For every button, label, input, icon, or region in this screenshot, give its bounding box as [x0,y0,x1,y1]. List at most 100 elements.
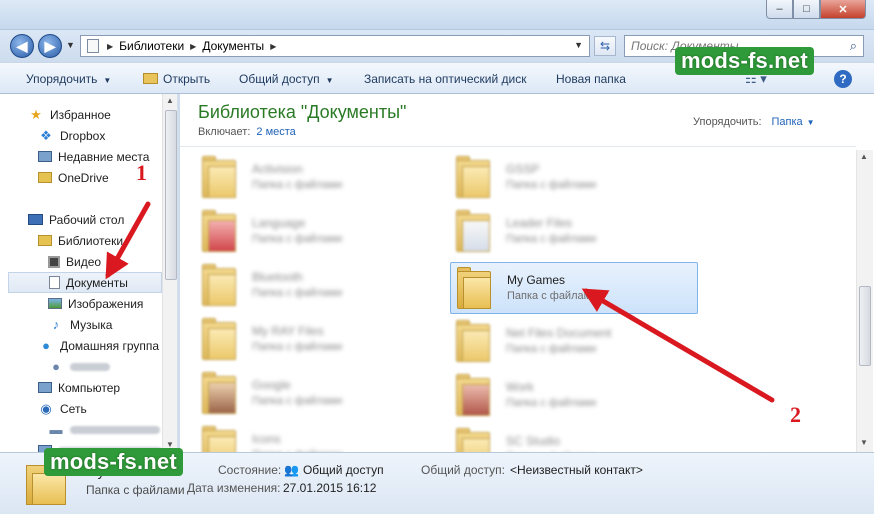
forward-button[interactable]: ▶ [38,34,62,58]
breadcrumb-separator-icon[interactable]: ▶ [107,42,113,51]
recent-places-icon [38,151,52,162]
folder-item[interactable]: Language Папка с файлами [196,206,444,258]
open-button[interactable]: Открыть [143,72,210,86]
breadcrumb-separator-icon[interactable]: ▶ [190,42,196,51]
chevron-down-icon: ▼ [325,76,334,85]
folder-icon [456,210,490,252]
sidebar-item-label: Библиотеки [58,233,124,248]
folder-icon [202,318,236,360]
modified-value: 27.01.2015 16:12 [283,481,377,495]
breadcrumb-separator-icon[interactable]: ▶ [270,42,276,51]
organize-button[interactable]: Упорядочить ▼ [26,72,111,86]
maximize-button[interactable]: □ [793,0,820,19]
close-button[interactable]: ✕ [820,0,866,19]
blurred-label [70,425,160,434]
open-folder-icon [143,73,158,84]
sidebar-scroll-thumb[interactable] [165,110,177,280]
recent-pages-dropdown[interactable]: ▼ [66,40,75,50]
share-button[interactable]: Общий доступ ▼ [239,72,334,86]
folder-name: Activision [252,162,303,176]
address-history-dropdown[interactable]: ▼ [574,40,583,50]
folder-type: Папка с файлами [252,179,343,191]
watermark-logo: mods-fs.net [44,448,183,476]
desktop-icon [28,214,43,225]
minimize-button[interactable]: ‒ [766,0,793,19]
folder-type: Папка с файлами [252,233,343,245]
sidebar-item-label: OneDrive [58,170,109,185]
folder-item[interactable]: Work Папка с файлами [450,370,698,422]
folder-icon [38,172,52,183]
folder-item[interactable]: SC StudioПапка с файлами [450,424,698,452]
state-label: Состояние: [218,463,282,477]
sidebar-item-blurred[interactable]: ● [0,356,162,377]
folder-name: GSSP [506,162,540,176]
scroll-up-icon[interactable]: ▲ [166,96,174,105]
back-button[interactable]: ◀ [10,34,34,58]
folder-item[interactable]: Google Папка с файлами [196,368,444,420]
folder-name: Google [252,378,291,392]
divider [180,146,856,147]
new-folder-button[interactable]: Новая папка [556,72,626,86]
search-icon[interactable]: ⌕ [850,38,857,54]
address-bar[interactable]: ▶ Библиотеки ▶ Документы ▶ ▼ [80,35,590,57]
shared-with-value: <Неизвестный контакт> [510,463,643,477]
sidebar-item-blurred[interactable]: ▬ [0,419,162,440]
folder-name: My RAY Files [252,324,324,338]
breadcrumb-documents[interactable]: Документы [202,39,264,53]
breadcrumb-libraries[interactable]: Библиотеки [119,39,184,53]
folder-type: Папка с файлами [506,397,597,409]
content-scrollbar[interactable]: ▲ ▼ [856,150,873,452]
help-icon[interactable]: ? [834,70,852,88]
sidebar-item-desktop[interactable]: Рабочий стол [0,209,162,230]
sidebar-item-favorites[interactable]: ★ Избранное [0,104,162,125]
details-type: Папка с файлами [86,483,185,497]
arrange-by-dropdown[interactable]: Папка [772,116,803,128]
folder-icon [456,320,490,362]
sidebar-item-libraries[interactable]: Библиотеки [0,230,162,251]
chevron-down-icon[interactable]: ▼ [807,118,815,127]
sidebar-item-computer[interactable]: Компьютер [0,377,162,398]
folder-icon [456,428,490,452]
sidebar-item-documents[interactable]: Документы [8,272,162,293]
folder-item[interactable]: IconsПапка с файлами [196,422,444,452]
refresh-button[interactable]: ⇆ [594,36,616,56]
video-icon [48,255,60,268]
sidebar-item-label: Рабочий стол [49,212,125,227]
folder-item[interactable]: Activision Папка с файлами [196,152,444,204]
folder-item[interactable]: GSSP Папка с файлами [450,152,698,204]
scroll-up-icon[interactable]: ▲ [860,152,868,161]
sidebar-item-music[interactable]: ♪ Музыка [0,314,162,335]
arrange-label: Упорядочить: [693,116,762,128]
folder-type: Папка с файлами [507,290,598,302]
sidebar-item-label: Изображения [68,296,144,311]
homegroup-icon: ● [42,338,50,353]
folder-name: Work [506,380,534,394]
sidebar-item-video[interactable]: Видео [0,251,162,272]
sidebar-item-label: Сеть [60,401,87,416]
sidebar-item-dropbox[interactable]: ❖ Dropbox [0,125,162,146]
folder-type: Папка с файлами [506,343,597,355]
library-icon [87,39,99,53]
folder-item[interactable]: My RAY Files Папка с файлами [196,314,444,366]
folder-item-my-games[interactable]: My Games Папка с файлами [450,262,698,314]
music-icon: ♪ [52,317,60,332]
content-scroll-thumb[interactable] [859,286,871,366]
includes-locations-link[interactable]: 2 места [256,126,295,138]
folder-icon [202,264,236,306]
folder-item[interactable]: Net Files Document Папка с файлами [450,316,698,368]
folder-item[interactable]: Bluetooth Папка с файлами [196,260,444,312]
sidebar-item-label: Видео [66,254,102,269]
sidebar-item-network[interactable]: ◉ Сеть [0,398,162,419]
burn-disc-button[interactable]: Записать на оптический диск [364,72,527,86]
sidebar-item-homegroup[interactable]: ● Домашняя группа [0,335,162,356]
folder-item[interactable]: Leader Files Папка с файлами [450,206,698,258]
sidebar-scrollbar[interactable]: ▲ ▼ [162,94,177,452]
folder-name: Language [252,216,306,230]
scroll-down-icon[interactable]: ▼ [860,438,868,447]
chevron-down-icon: ▼ [103,76,112,85]
folder-icon [456,156,490,198]
organize-label: Упорядочить [26,72,98,86]
state-value-text: Общий доступ [302,463,384,477]
sidebar-item-pictures[interactable]: Изображения [0,293,162,314]
folder-icon [456,374,490,416]
